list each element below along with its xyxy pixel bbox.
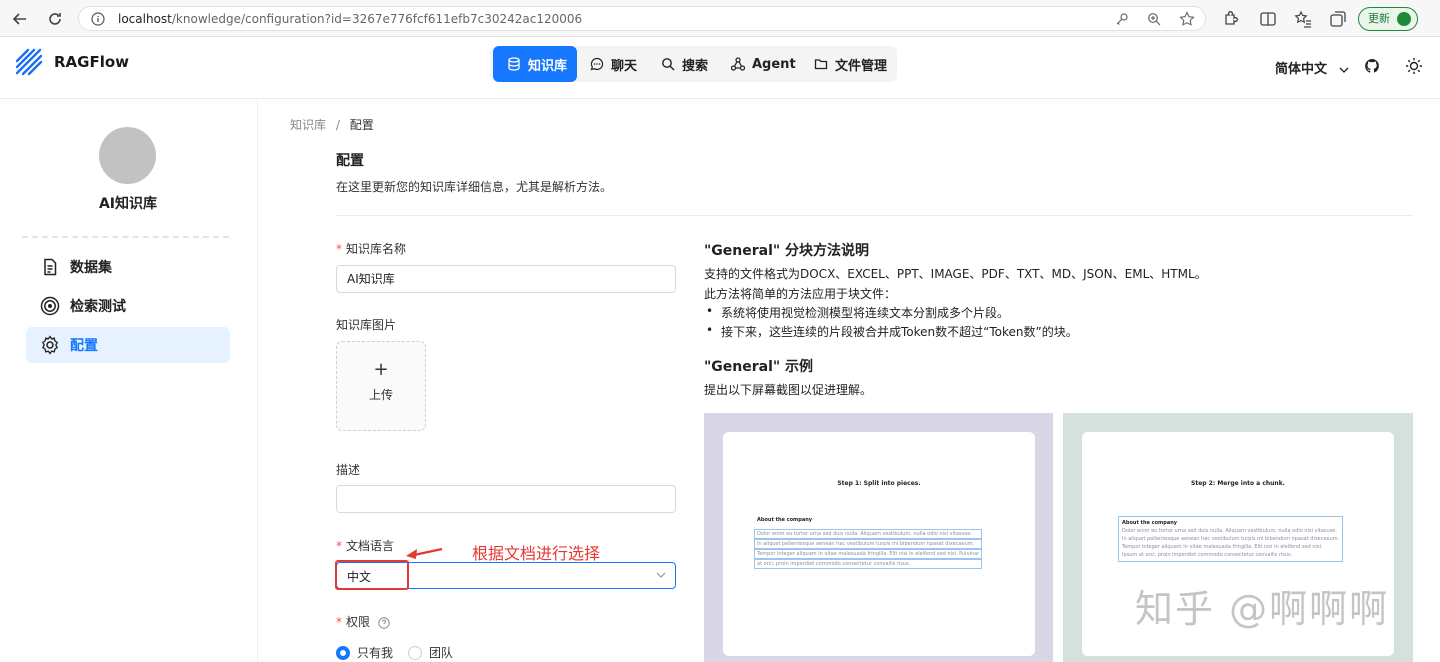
- chevron-down-icon: [1338, 64, 1350, 76]
- example-heading: About the company: [1122, 520, 1178, 526]
- example-title: "General" 示例: [704, 359, 814, 375]
- nav-agent[interactable]: Agent: [731, 46, 796, 82]
- breadcrumb-current: 配置: [349, 118, 374, 132]
- sidebar-item-configuration[interactable]: 配置: [26, 327, 230, 363]
- nav-search[interactable]: 搜索: [661, 46, 708, 82]
- zoom-icon[interactable]: [1147, 12, 1161, 26]
- example-line: at orci, proin imperdiet commodo consect…: [754, 559, 983, 569]
- example-line: Dolor enim eu tortor urna sed duis nulla…: [754, 529, 983, 539]
- permission-radio-me[interactable]: 只有我: [336, 644, 393, 661]
- doc-language-label: * 文档语言: [336, 539, 395, 553]
- chevron-down-icon: [655, 569, 667, 581]
- example-line: In aliquet pellentesque aenean hac vesti…: [754, 539, 983, 549]
- example-line: Ipsum at orci, proin imperdiet commodo c…: [1122, 552, 1293, 558]
- reload-icon[interactable]: [45, 9, 65, 29]
- favorites-list-icon[interactable]: [1293, 9, 1313, 29]
- page-subtitle: 在这里更新您的知识库详细信息，尤其是解析方法。: [336, 180, 613, 194]
- example-step-label: Step 2: Merge into a chunk.: [1191, 480, 1285, 487]
- radio-selected-icon: [336, 645, 350, 660]
- example-image-split: Step 1: Split into pieces. About the com…: [704, 413, 1053, 662]
- sidebar-divider: [22, 236, 229, 238]
- description-input[interactable]: [336, 485, 676, 513]
- radio-unselected-icon: [408, 645, 422, 660]
- example-line: In aliquet pellentesque aenean hac vesti…: [1122, 536, 1340, 542]
- gear-icon: [40, 335, 60, 355]
- permission-radio-team[interactable]: 团队: [408, 644, 453, 661]
- image-upload[interactable]: + 上传: [336, 341, 426, 431]
- document-icon: [40, 257, 60, 277]
- breadcrumb-root[interactable]: 知识库: [290, 118, 326, 132]
- database-icon: [507, 57, 521, 71]
- method-intro: 此方法将简单的方法应用于块文件：: [704, 287, 897, 301]
- annotation-highlight-box: [335, 560, 409, 590]
- nav-chat[interactable]: 聊天: [590, 46, 637, 82]
- github-icon[interactable]: [1364, 58, 1380, 74]
- section-divider: [336, 215, 1413, 216]
- permission-label: * 权限: [336, 613, 390, 630]
- annotation-arrow-icon: [404, 545, 444, 561]
- theme-sun-icon[interactable]: [1405, 57, 1423, 75]
- sidebar: AI知识库 数据集 检索测试 配置: [0, 99, 258, 662]
- plus-icon: +: [373, 359, 389, 380]
- main-nav: 知识库 聊天 搜索 Agent 文件管理: [490, 46, 897, 82]
- update-status-icon: [1397, 12, 1411, 26]
- avatar: [99, 127, 156, 184]
- target-icon: [40, 296, 60, 316]
- app-header: RAGFlow 知识库 聊天 搜索 Agent 文件管理 简体中文: [0, 37, 1440, 99]
- browser-toolbar: localhost/knowledge/configuration?id=326…: [0, 0, 1440, 37]
- language-select[interactable]: 简体中文: [1275, 58, 1350, 77]
- annotation-text: 根据文档进行选择: [472, 544, 601, 563]
- folder-icon: [814, 57, 828, 71]
- example-step-label: Step 1: Split into pieces.: [837, 480, 921, 487]
- breadcrumb: 知识库 / 配置: [290, 116, 374, 133]
- favorite-star-icon[interactable]: [1179, 11, 1195, 27]
- kb-name-label: * 知识库名称: [336, 242, 407, 256]
- chat-icon: [590, 57, 604, 71]
- kb-name: AI知识库: [98, 196, 158, 212]
- example-line: Tempor integer aliquam in vitae malesuad…: [1122, 544, 1323, 550]
- example-heading: About the company: [757, 517, 813, 523]
- method-title: "General" 分块方法说明: [704, 243, 870, 259]
- address-bar[interactable]: localhost/knowledge/configuration?id=326…: [78, 6, 1206, 31]
- key-icon[interactable]: [1115, 12, 1129, 26]
- method-bullet: 系统将使用视觉检测模型将连续文本分割成多个片段。: [706, 304, 1009, 321]
- example-card: Step 1: Split into pieces. About the com…: [723, 432, 1035, 656]
- example-desc: 提出以下屏幕截图以促进理解。: [704, 383, 873, 397]
- url-text: localhost/knowledge/configuration?id=326…: [118, 12, 583, 26]
- info-icon[interactable]: [91, 12, 105, 26]
- extensions-icon[interactable]: [1220, 9, 1240, 29]
- split-screen-icon[interactable]: [1258, 9, 1278, 29]
- nav-file-management[interactable]: 文件管理: [814, 46, 887, 82]
- sidebar-item-retrieval-test[interactable]: 检索测试: [26, 288, 230, 324]
- sidebar-item-dataset[interactable]: 数据集: [26, 249, 230, 285]
- example-text-block: Dolor enim eu tortor urna sed duis nulla…: [754, 529, 983, 569]
- kb-name-input[interactable]: AI知识库: [336, 265, 676, 293]
- breadcrumb-separator: /: [335, 118, 340, 132]
- example-text-block: About the company Dolor enim eu tortor u…: [1118, 516, 1344, 562]
- method-bullet: 接下来，这些连续的片段被合并成Token数不超过“Token数”的块。: [706, 323, 1078, 340]
- upload-label: 上传: [368, 388, 393, 402]
- description-label: 描述: [336, 463, 361, 477]
- help-icon[interactable]: [378, 616, 390, 629]
- collections-icon[interactable]: [1328, 9, 1348, 29]
- example-line: Tempor integer aliquam in vitae malesuad…: [754, 549, 983, 559]
- watermark: 知乎 @啊啊啊: [1135, 587, 1390, 631]
- logo-text[interactable]: RAGFlow: [54, 53, 129, 71]
- back-icon[interactable]: [10, 9, 30, 29]
- search-icon: [661, 57, 675, 71]
- nav-knowledge-base[interactable]: 知识库: [493, 46, 577, 82]
- method-formats: 支持的文件格式为DOCX、EXCEL、PPT、IMAGE、PDF、TXT、MD、…: [704, 267, 1207, 281]
- update-button[interactable]: 更新: [1358, 7, 1418, 31]
- kb-image-label: 知识库图片: [336, 318, 397, 332]
- page-title: 配置: [336, 153, 364, 169]
- agent-icon: [731, 57, 745, 71]
- example-line: Dolor enim eu tortor urna sed duis nulla…: [1122, 528, 1337, 534]
- ragflow-logo-icon[interactable]: [14, 47, 44, 77]
